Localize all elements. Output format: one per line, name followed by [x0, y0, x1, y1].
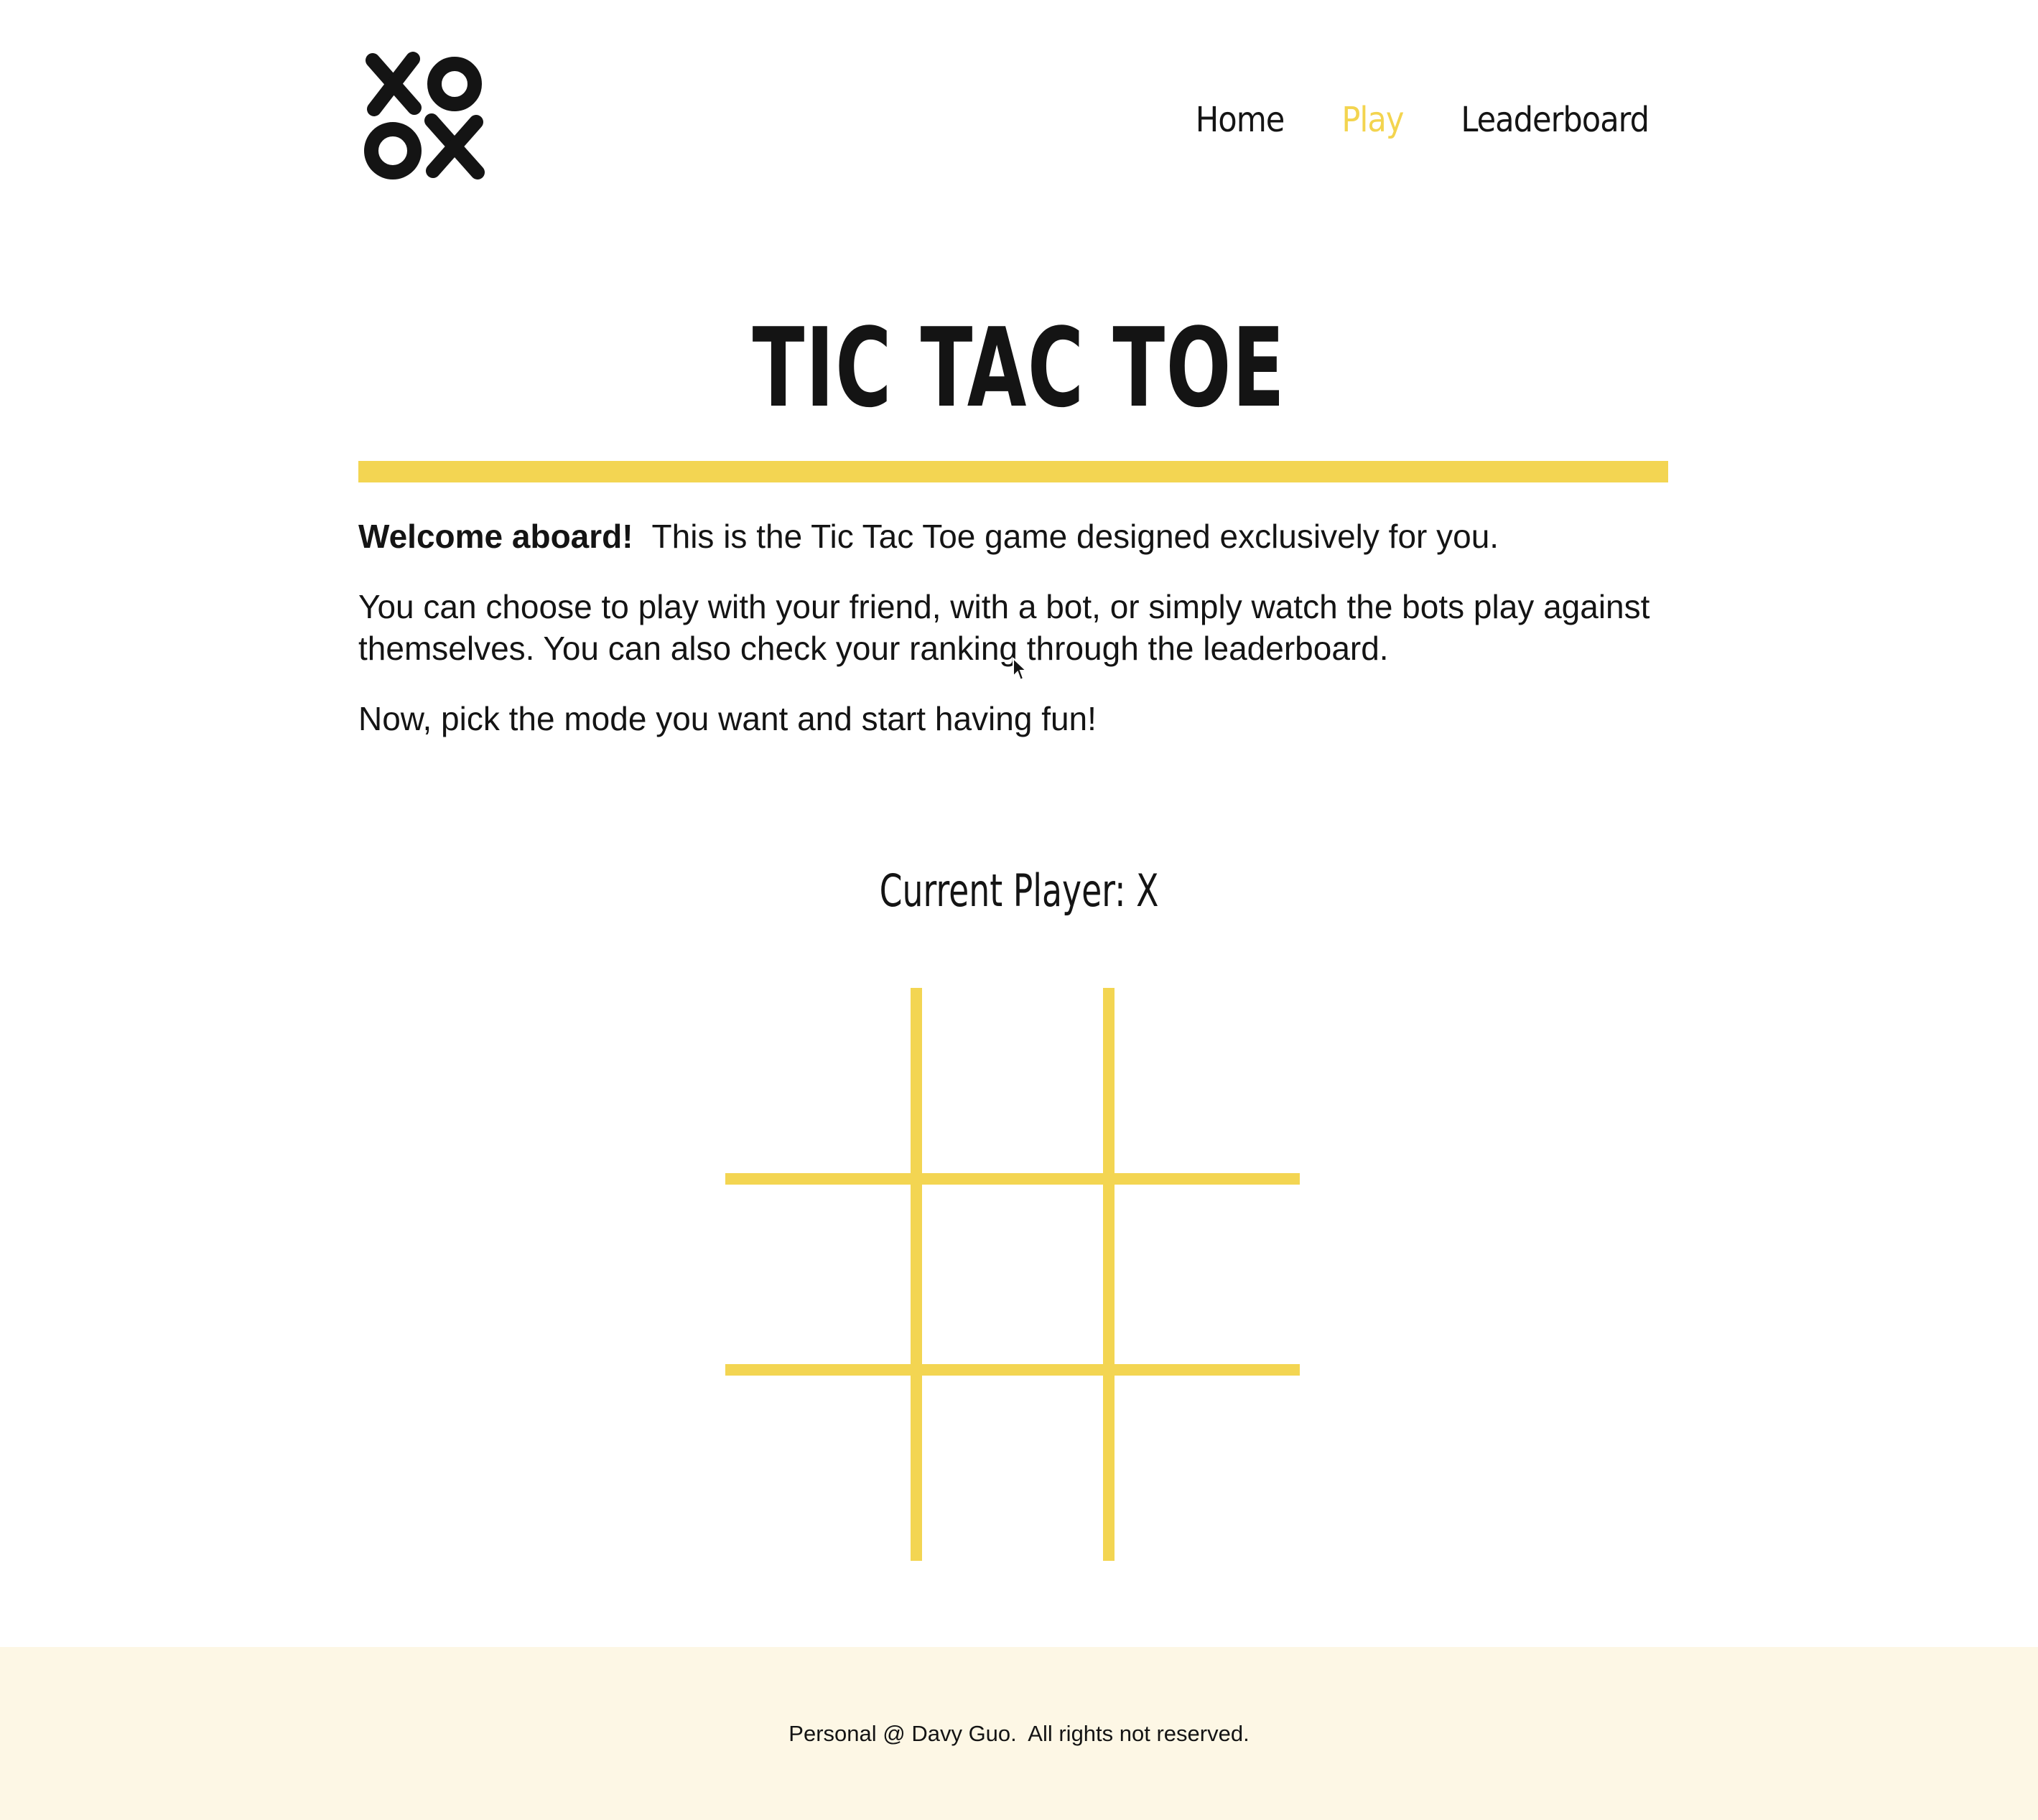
board-cell-6[interactable] — [1108, 1180, 1300, 1371]
board-cell-5[interactable] — [917, 1180, 1109, 1371]
welcome-text: This is the Tic Tac Toe game designed ex… — [651, 518, 1499, 555]
game-board — [725, 988, 1300, 1562]
board-cell-1[interactable] — [725, 988, 917, 1180]
title-divider — [358, 461, 1668, 482]
page-title: TIC TAC TOE — [752, 304, 1286, 431]
intro-text: Welcome aboard! This is the Tic Tac Toe … — [358, 515, 1668, 768]
nav-play-link[interactable]: Play — [1341, 92, 1404, 148]
main-nav: Home Play Leaderboard — [1196, 92, 1650, 148]
cta-paragraph: Now, pick the mode you want and start ha… — [358, 700, 1097, 737]
board-cell-3[interactable] — [1108, 988, 1300, 1180]
welcome-paragraph: Welcome aboard! This is the Tic Tac Toe … — [358, 515, 1668, 557]
board-cell-4[interactable] — [725, 1180, 917, 1371]
welcome-heading: Welcome aboard! — [358, 518, 633, 555]
nav-home-link[interactable]: Home — [1196, 92, 1285, 148]
footer-copyright: Personal @ Davy Guo. All rights not rese… — [788, 1720, 1250, 1746]
nav-leaderboard-link[interactable]: Leaderboard — [1461, 92, 1650, 148]
board-cell-9[interactable] — [1108, 1371, 1300, 1562]
mouse-cursor-icon — [1013, 658, 1028, 681]
current-player-label: Current Player: X — [879, 864, 1159, 917]
xo-logo-icon[interactable] — [363, 52, 490, 181]
page: Home Play Leaderboard TIC TAC TOE Welcom… — [0, 0, 2038, 1820]
board-cell-7[interactable] — [725, 1371, 917, 1562]
modes-paragraph: You can choose to play with your friend,… — [358, 588, 1650, 667]
footer: Personal @ Davy Guo. All rights not rese… — [0, 1647, 2038, 1820]
board-cell-2[interactable] — [917, 988, 1109, 1180]
board-cell-8[interactable] — [917, 1371, 1109, 1562]
